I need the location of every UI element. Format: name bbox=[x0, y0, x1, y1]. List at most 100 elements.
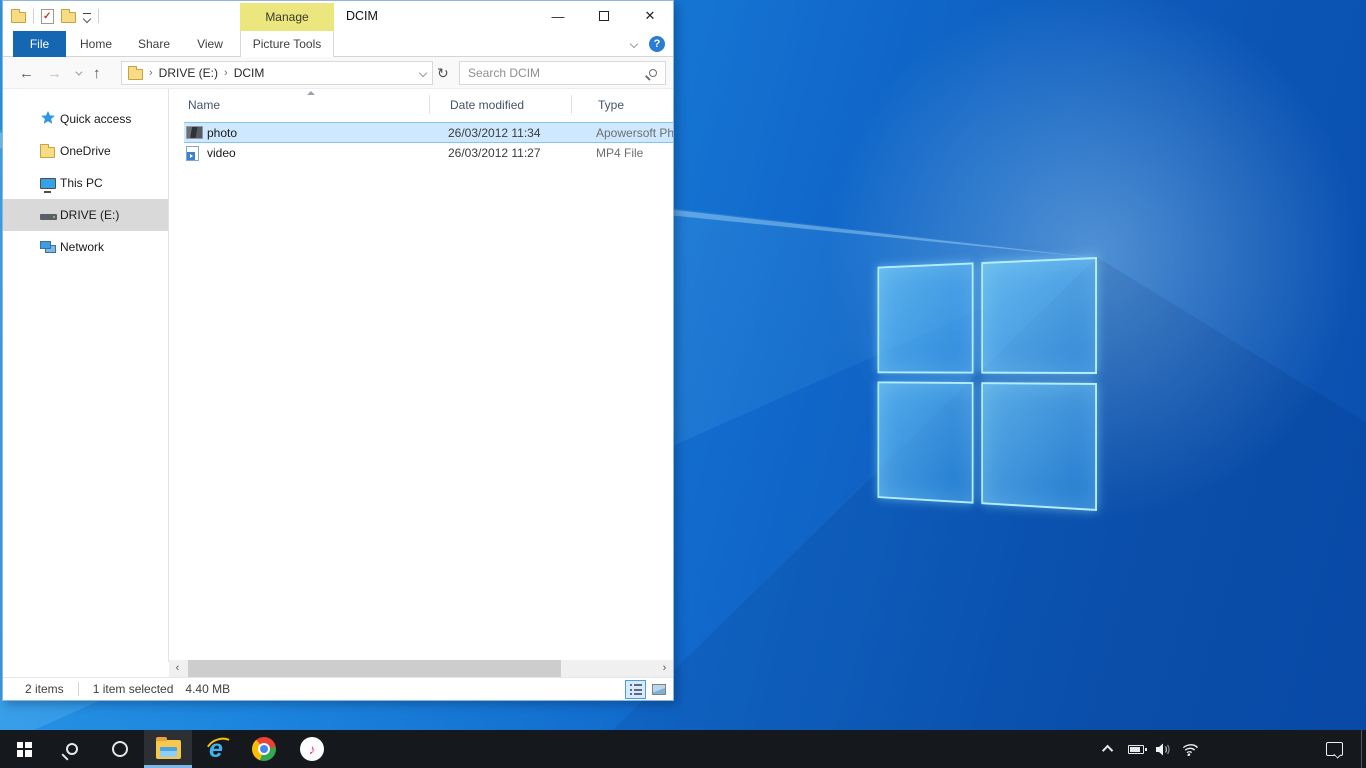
windows-logo-pane bbox=[878, 381, 974, 503]
file-date-modified: 26/03/2012 11:34 bbox=[448, 126, 541, 140]
search-icon[interactable] bbox=[649, 69, 657, 77]
address-bar[interactable]: › DRIVE (E:) › DCIM bbox=[121, 61, 433, 85]
breadcrumb-dcim[interactable]: DCIM bbox=[234, 66, 265, 80]
up-button[interactable]: ↑ bbox=[93, 65, 101, 82]
address-dropdown-icon[interactable] bbox=[419, 69, 427, 77]
refresh-icon: ↻ bbox=[437, 65, 449, 82]
search-input[interactable] bbox=[468, 66, 649, 80]
sidebar-item-onedrive[interactable]: OneDrive bbox=[3, 135, 168, 167]
view-toggle-buttons bbox=[625, 680, 669, 699]
file-row-video[interactable]: video 26/03/2012 11:27 MP4 File bbox=[184, 143, 673, 164]
action-center-button[interactable] bbox=[1326, 742, 1343, 756]
drive-icon bbox=[40, 214, 57, 220]
file-explorer-window: Manage DCIM — ✕ File Home Share View Pic… bbox=[2, 0, 674, 701]
breadcrumb-drive[interactable]: DRIVE (E:) bbox=[159, 66, 218, 80]
details-view-icon bbox=[630, 684, 642, 695]
file-name: video bbox=[207, 146, 236, 160]
taskbar-internet-explorer-button[interactable]: e bbox=[192, 730, 240, 768]
windows-logo-pane bbox=[981, 382, 1097, 511]
scrollbar-track[interactable] bbox=[186, 660, 656, 677]
scroll-left-button[interactable]: ‹ bbox=[169, 660, 186, 677]
taskbar-itunes-button[interactable]: ♪ bbox=[288, 730, 336, 768]
tab-view[interactable]: View bbox=[185, 31, 235, 57]
help-icon[interactable]: ? bbox=[649, 36, 665, 52]
navigation-pane: Quick access OneDrive This PC DRIVE (E:)… bbox=[3, 89, 169, 662]
back-button[interactable]: ← bbox=[19, 65, 34, 82]
tab-file[interactable]: File bbox=[13, 31, 66, 57]
close-button[interactable]: ✕ bbox=[627, 1, 673, 31]
scroll-right-button[interactable]: › bbox=[656, 660, 673, 677]
item-count: 2 items bbox=[25, 682, 64, 696]
column-header-type[interactable]: Type bbox=[598, 98, 624, 112]
column-headers: Name Date modified Type bbox=[169, 89, 673, 119]
sidebar-item-label: This PC bbox=[60, 176, 103, 190]
thumbnails-view-button[interactable] bbox=[648, 680, 669, 699]
file-row-photo[interactable]: photo 26/03/2012 11:34 Apowersoft Pho bbox=[184, 122, 673, 143]
cortana-button[interactable] bbox=[96, 730, 144, 768]
tab-home[interactable]: Home bbox=[69, 31, 123, 57]
battery-icon bbox=[1128, 745, 1144, 754]
column-header-date-modified[interactable]: Date modified bbox=[450, 98, 524, 112]
tab-picture-tools[interactable]: Picture Tools bbox=[240, 31, 334, 57]
customize-toolbar-button[interactable] bbox=[83, 10, 91, 23]
system-tray bbox=[1100, 730, 1366, 768]
collapse-ribbon-icon[interactable] bbox=[630, 40, 638, 48]
search-box[interactable] bbox=[459, 61, 666, 85]
network-indicator[interactable] bbox=[1181, 742, 1199, 757]
nav-arrows: ← → ↑ bbox=[19, 57, 101, 89]
cortana-icon bbox=[112, 741, 128, 757]
refresh-button[interactable]: ↻ bbox=[437, 61, 449, 85]
quick-access-toolbar bbox=[11, 1, 99, 31]
maximize-button[interactable] bbox=[581, 1, 627, 31]
sidebar-item-drive-e[interactable]: DRIVE (E:) bbox=[3, 199, 168, 231]
window-controls: — ✕ bbox=[535, 1, 673, 31]
wifi-icon bbox=[1179, 742, 1200, 757]
title-bar[interactable]: Manage DCIM — ✕ bbox=[3, 1, 673, 31]
breadcrumb-separator[interactable]: › bbox=[224, 67, 228, 79]
show-desktop-button[interactable] bbox=[1361, 730, 1366, 768]
file-explorer-icon bbox=[156, 740, 181, 759]
file-list-area[interactable]: Name Date modified Type photo 26/03/2012… bbox=[169, 89, 673, 662]
selection-count: 1 item selected bbox=[93, 682, 174, 696]
new-folder-icon[interactable] bbox=[61, 12, 76, 23]
volume-indicator[interactable] bbox=[1154, 742, 1172, 757]
column-separator[interactable] bbox=[429, 95, 430, 114]
column-separator[interactable] bbox=[571, 95, 572, 114]
sidebar-item-network[interactable]: Network bbox=[3, 231, 168, 263]
toolbar-separator bbox=[33, 9, 34, 23]
scrollbar-thumb[interactable] bbox=[188, 660, 561, 677]
navigation-bar: ← → ↑ › DRIVE (E:) › DCIM ↻ bbox=[3, 57, 673, 89]
start-button[interactable] bbox=[0, 730, 48, 768]
battery-indicator[interactable] bbox=[1127, 745, 1145, 754]
sidebar-item-quick-access[interactable]: Quick access bbox=[3, 103, 168, 135]
breadcrumb-separator[interactable]: › bbox=[149, 67, 153, 79]
taskbar-chrome-button[interactable] bbox=[240, 730, 288, 768]
details-view-button[interactable] bbox=[625, 680, 646, 699]
sidebar-item-label: DRIVE (E:) bbox=[60, 208, 119, 222]
horizontal-scrollbar[interactable]: ‹ › bbox=[169, 660, 673, 677]
hidden-icons-button[interactable] bbox=[1100, 745, 1118, 753]
windows-logo-pane bbox=[981, 257, 1097, 374]
tab-share[interactable]: Share bbox=[127, 31, 181, 57]
window-title: DCIM bbox=[346, 1, 378, 31]
internet-explorer-icon: e bbox=[209, 737, 223, 762]
sidebar-item-label: Quick access bbox=[60, 112, 131, 126]
video-file-icon bbox=[186, 146, 199, 161]
minimize-icon: — bbox=[552, 9, 565, 24]
taskbar: e ♪ bbox=[0, 730, 1366, 768]
recent-locations-chevron-icon[interactable] bbox=[75, 68, 82, 75]
sidebar-item-label: OneDrive bbox=[60, 144, 111, 158]
contextual-tab-manage[interactable]: Manage bbox=[240, 3, 334, 31]
folder-icon[interactable] bbox=[11, 12, 26, 23]
sidebar-item-this-pc[interactable]: This PC bbox=[3, 167, 168, 199]
properties-icon[interactable] bbox=[41, 9, 54, 24]
column-header-name[interactable]: Name bbox=[188, 98, 220, 112]
chevron-down-icon bbox=[83, 15, 91, 23]
minimize-button[interactable]: — bbox=[535, 1, 581, 31]
taskbar-file-explorer-button[interactable] bbox=[144, 730, 192, 768]
network-icon bbox=[40, 241, 56, 253]
taskbar-search-button[interactable] bbox=[48, 730, 96, 768]
windows-logo-pane bbox=[878, 262, 974, 373]
main-content: Quick access OneDrive This PC DRIVE (E:)… bbox=[3, 89, 673, 662]
file-name: photo bbox=[207, 126, 237, 140]
